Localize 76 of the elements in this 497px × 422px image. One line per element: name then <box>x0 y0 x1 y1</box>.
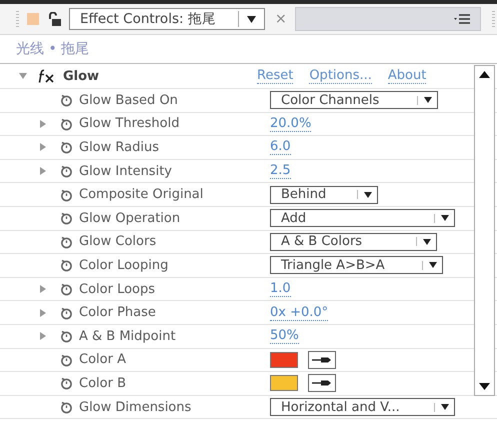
stopwatch-icon[interactable] <box>60 400 73 414</box>
grip-icon[interactable] <box>492 11 495 27</box>
stopwatch-icon[interactable] <box>60 234 73 249</box>
stopwatch-icon[interactable] <box>60 140 73 154</box>
caret-icon <box>364 192 372 198</box>
dropdown[interactable]: Triangle A>B>A <box>270 256 443 274</box>
stopwatch-icon[interactable] <box>60 93 73 108</box>
value-link[interactable]: 50% <box>270 328 299 344</box>
expand-arrow-icon[interactable] <box>40 332 46 340</box>
property-label: Color Phase <box>79 305 157 320</box>
stopwatch-icon[interactable] <box>60 329 73 344</box>
effect-link[interactable]: Options... <box>309 68 372 84</box>
panel-tab[interactable]: Effect Controls: 拖尾 <box>69 8 265 30</box>
expand-arrow-icon[interactable] <box>40 143 46 152</box>
caret-icon <box>423 238 431 245</box>
stopwatch-icon[interactable] <box>60 188 73 202</box>
stopwatch-icon[interactable] <box>60 211 73 226</box>
property-label: Color Loops <box>79 282 156 297</box>
dropdown[interactable]: Behind <box>270 186 378 204</box>
caret-icon <box>424 97 432 104</box>
color-swatch[interactable] <box>270 352 298 368</box>
effect-link[interactable]: About <box>388 68 426 84</box>
collapse-arrow-icon[interactable] <box>19 72 27 80</box>
menu-icon[interactable] <box>454 14 470 24</box>
effect-name: Glow <box>63 68 100 84</box>
value-link[interactable]: 1.0 <box>270 281 291 298</box>
property-label: Color Looping <box>79 258 170 273</box>
fx-icon[interactable] <box>37 69 55 83</box>
dropdown[interactable]: Add <box>270 209 455 228</box>
expand-arrow-icon[interactable] <box>40 120 46 128</box>
eyedropper-button[interactable] <box>308 350 336 369</box>
breadcrumb: 光线 • 拖尾 <box>16 40 90 58</box>
stopwatch-icon[interactable] <box>60 376 73 390</box>
dropdown[interactable]: Color Channels <box>270 91 438 110</box>
effect-link[interactable]: Reset <box>257 68 294 84</box>
stopwatch-icon[interactable] <box>60 306 73 320</box>
property-label: Glow Radius <box>79 140 160 155</box>
stopwatch-icon[interactable] <box>60 164 73 178</box>
dropdown[interactable]: A & B Colors <box>270 232 437 251</box>
grip-icon[interactable] <box>16 11 19 27</box>
eyedropper-icon <box>312 379 332 388</box>
property-label: Glow Operation <box>79 210 182 226</box>
value-link[interactable]: 20.0% <box>270 116 312 132</box>
stopwatch-icon[interactable] <box>60 258 73 272</box>
property-label: Glow Colors <box>79 234 158 250</box>
caret-icon <box>247 16 256 22</box>
property-label: Glow Dimensions <box>79 400 192 415</box>
square-icon <box>27 13 39 25</box>
scroll-up-icon[interactable] <box>479 71 490 78</box>
dropdown[interactable]: Horizontal and V... <box>270 398 455 416</box>
expand-arrow-icon[interactable] <box>40 285 46 294</box>
expand-arrow-icon[interactable] <box>40 308 46 317</box>
property-label: Color A <box>79 352 127 368</box>
scrollbar[interactable] <box>474 65 495 396</box>
color-swatch[interactable] <box>270 375 298 392</box>
value-link[interactable]: 2.5 <box>270 163 291 180</box>
stopwatch-icon[interactable] <box>60 282 73 296</box>
lock-icon[interactable] <box>48 12 61 26</box>
eyedropper-button[interactable] <box>308 374 336 392</box>
close-button[interactable]: × <box>275 11 287 27</box>
value-link[interactable]: 0x +0.0° <box>270 304 328 321</box>
property-label: Glow Threshold <box>79 116 180 132</box>
caret-icon <box>429 262 437 268</box>
caret-icon <box>441 215 449 222</box>
eyedropper-icon <box>312 356 332 364</box>
expand-arrow-icon[interactable] <box>40 167 46 176</box>
stopwatch-icon[interactable] <box>60 116 73 131</box>
property-label: Glow Intensity <box>79 164 173 179</box>
value-link[interactable]: 6.0 <box>270 139 291 156</box>
property-label: A & B Midpoint <box>79 328 177 344</box>
scroll-down-icon[interactable] <box>479 383 490 390</box>
property-label: Color B <box>79 376 127 391</box>
caret-icon <box>441 404 449 410</box>
property-label: Glow Based On <box>79 92 179 108</box>
property-label: Composite Original <box>79 187 204 202</box>
stopwatch-icon[interactable] <box>60 352 73 367</box>
